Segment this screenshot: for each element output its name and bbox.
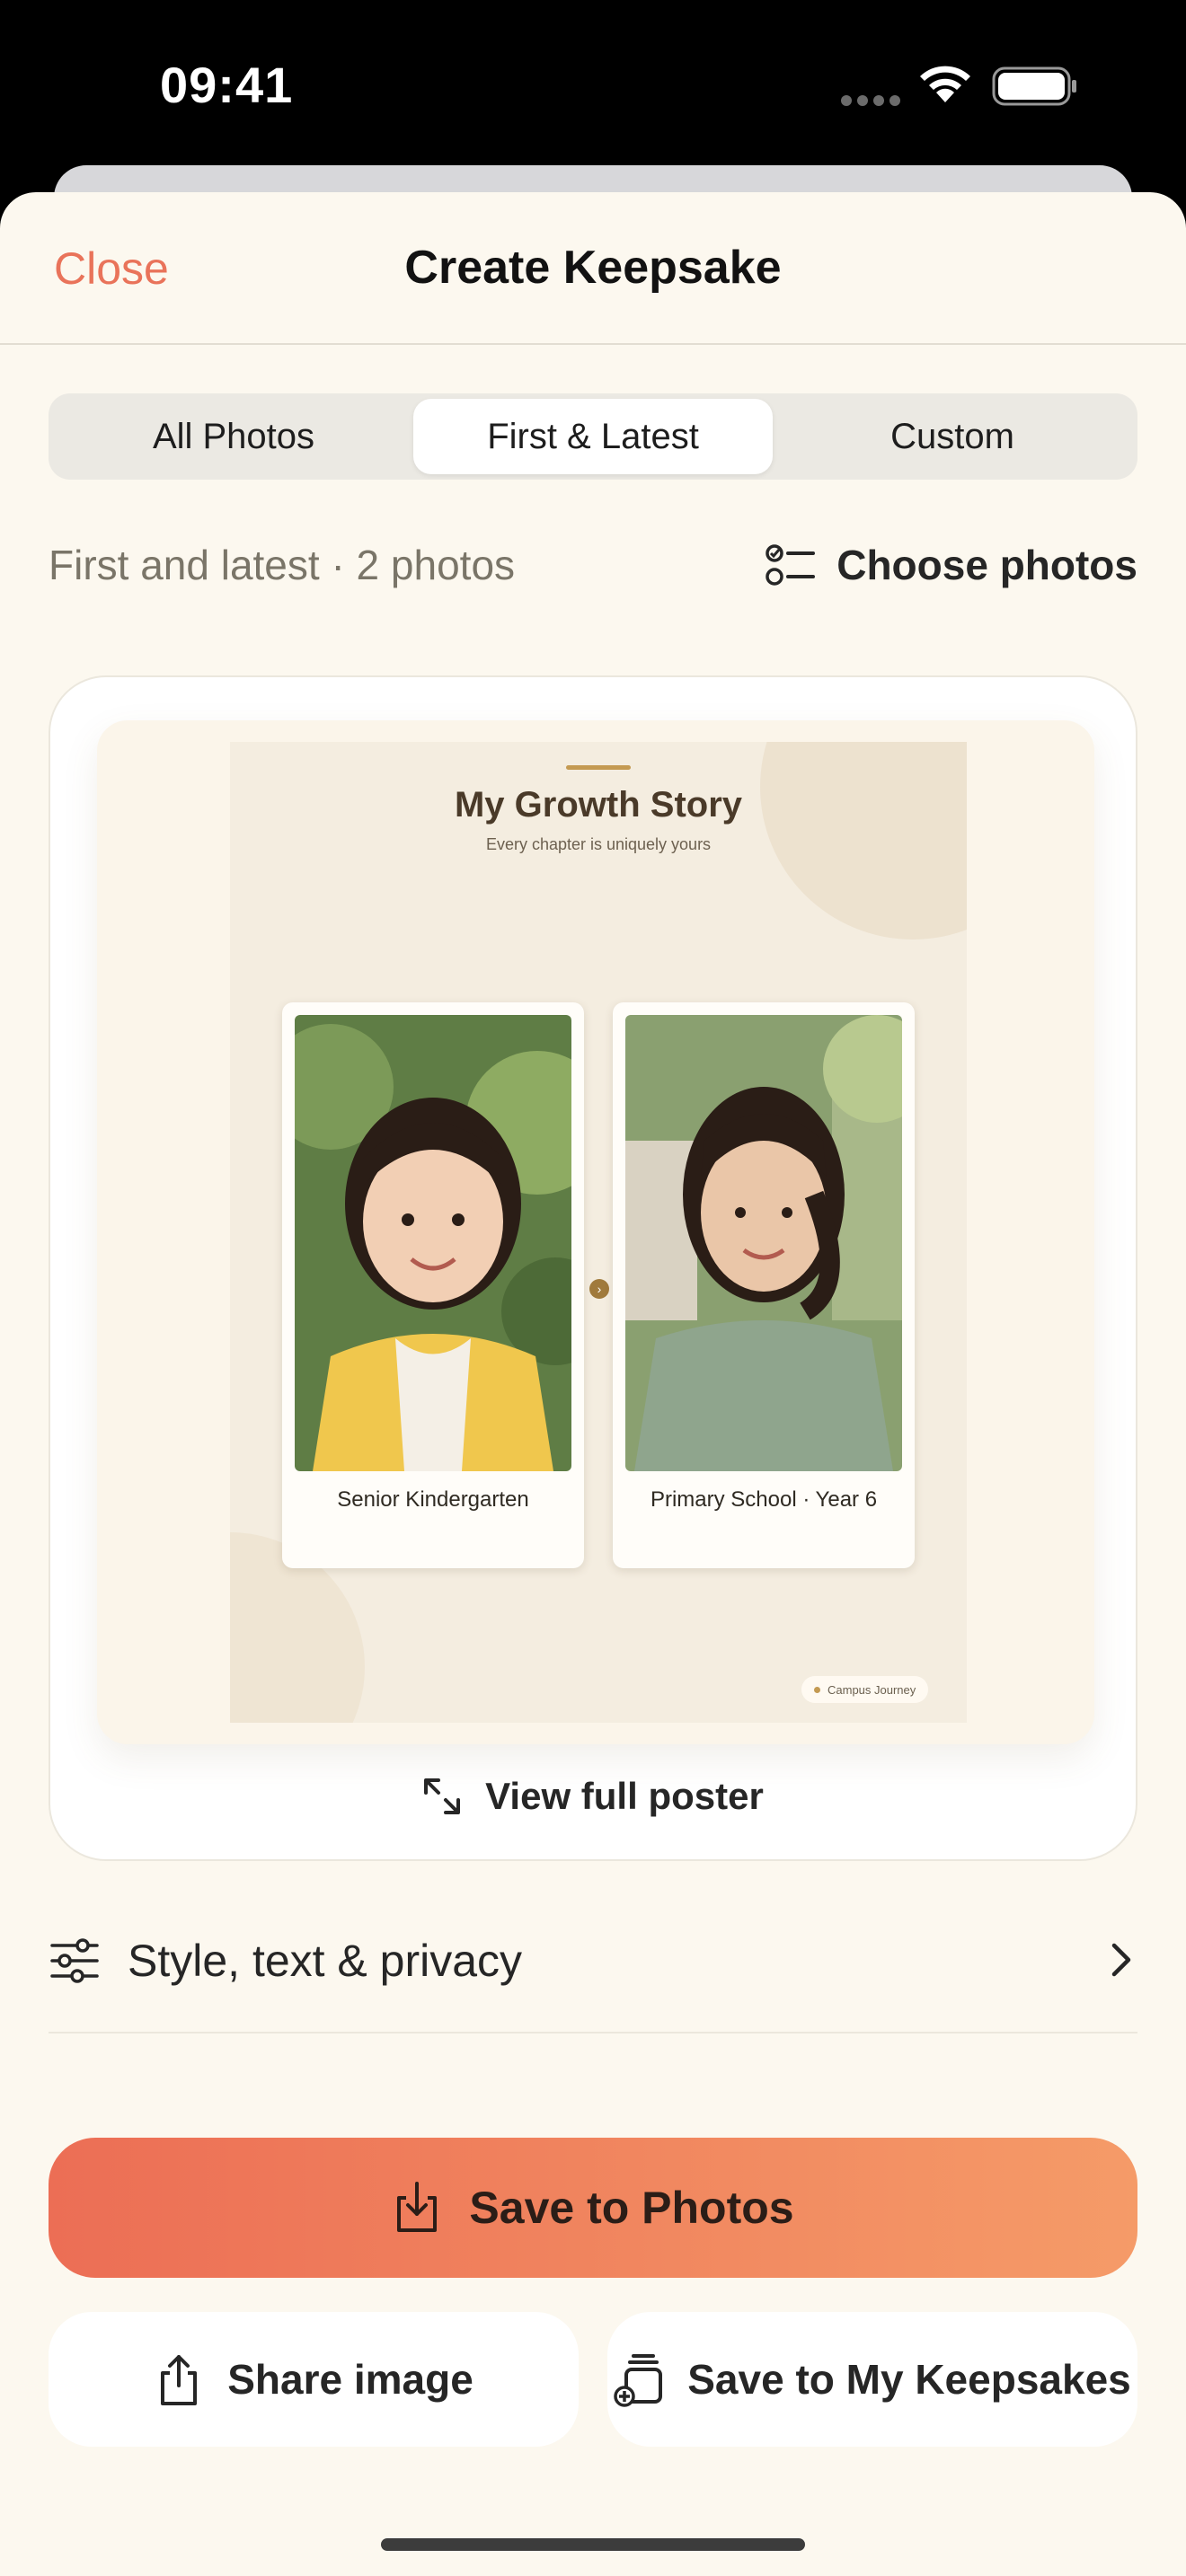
battery-icon [992, 66, 1076, 106]
latest-photo [625, 1015, 902, 1471]
segment-all-photos[interactable]: All Photos [54, 399, 413, 474]
status-time: 09:41 [160, 57, 294, 113]
keepsake-sheet: Close Create Keepsake All Photos First &… [0, 192, 1186, 2576]
chevron-right-icon [1111, 1943, 1131, 1977]
latest-photo-caption: Primary School · Year 6 [650, 1487, 878, 1512]
poster-title: My Growth Story [454, 785, 743, 825]
photo-mode-segmented-control: All Photos First & Latest Custom [49, 393, 1137, 480]
share-image-button[interactable]: Share image [49, 2312, 579, 2447]
poster-photo-card-first: Senior Kindergarten [282, 1002, 584, 1568]
first-photo-caption: Senior Kindergarten [337, 1487, 529, 1512]
wifi-icon [920, 66, 970, 102]
style-text-privacy-label: Style, text & privacy [128, 1936, 523, 1986]
poster-title-rule [566, 765, 631, 770]
segment-first-latest[interactable]: First & Latest [413, 399, 773, 474]
first-photo [295, 1015, 571, 1471]
style-text-privacy-row[interactable]: Style, text & privacy [49, 1908, 1137, 2033]
home-indicator [381, 2538, 805, 2551]
choose-photos-label: Choose photos [836, 542, 1137, 588]
segment-custom[interactable]: Custom [773, 399, 1132, 474]
save-to-keepsakes-label: Save to My Keepsakes [687, 2356, 1131, 2403]
save-to-photos-button[interactable]: Save to Photos [49, 2138, 1137, 2278]
poster: My Growth Story Every chapter is uniquel… [230, 742, 967, 1723]
expand-icon [424, 1778, 461, 1814]
add-to-collection-icon [614, 2354, 663, 2407]
download-icon [397, 2182, 438, 2232]
save-to-photos-label: Save to Photos [469, 2183, 794, 2233]
checklist-icon [766, 544, 816, 586]
poster-photo-card-latest: Primary School · Year 6 [613, 1002, 915, 1568]
choose-photos-button[interactable]: Choose photos [765, 534, 1137, 596]
nav-bar: Close Create Keepsake [0, 192, 1186, 345]
poster-preview-card: My Growth Story Every chapter is uniquel… [49, 675, 1137, 1861]
cellular-signal-icon [841, 95, 900, 106]
view-full-poster-button[interactable]: View full poster [50, 1769, 1136, 1823]
share-image-label: Share image [227, 2356, 474, 2403]
poster-badge-label: Campus Journey [828, 1682, 916, 1697]
share-icon [161, 2355, 198, 2405]
selection-summary: First and latest · 2 photos [49, 542, 516, 588]
view-full-poster-label: View full poster [485, 1775, 764, 1817]
chevron-right-icon: › [589, 1279, 609, 1299]
poster-subtitle: Every chapter is uniquely yours [485, 835, 712, 853]
screen: 09:41 Close Create Keepsake All Photos F… [0, 0, 1186, 2576]
page-title: Create Keepsake [404, 242, 782, 294]
sliders-icon [50, 1938, 99, 1983]
selection-info-row: First and latest · 2 photos Choose photo… [49, 534, 1137, 596]
save-to-keepsakes-button[interactable]: Save to My Keepsakes [607, 2312, 1137, 2447]
poster-frame[interactable]: My Growth Story Every chapter is uniquel… [97, 720, 1094, 1744]
poster-badge: Campus Journey [801, 1676, 929, 1703]
